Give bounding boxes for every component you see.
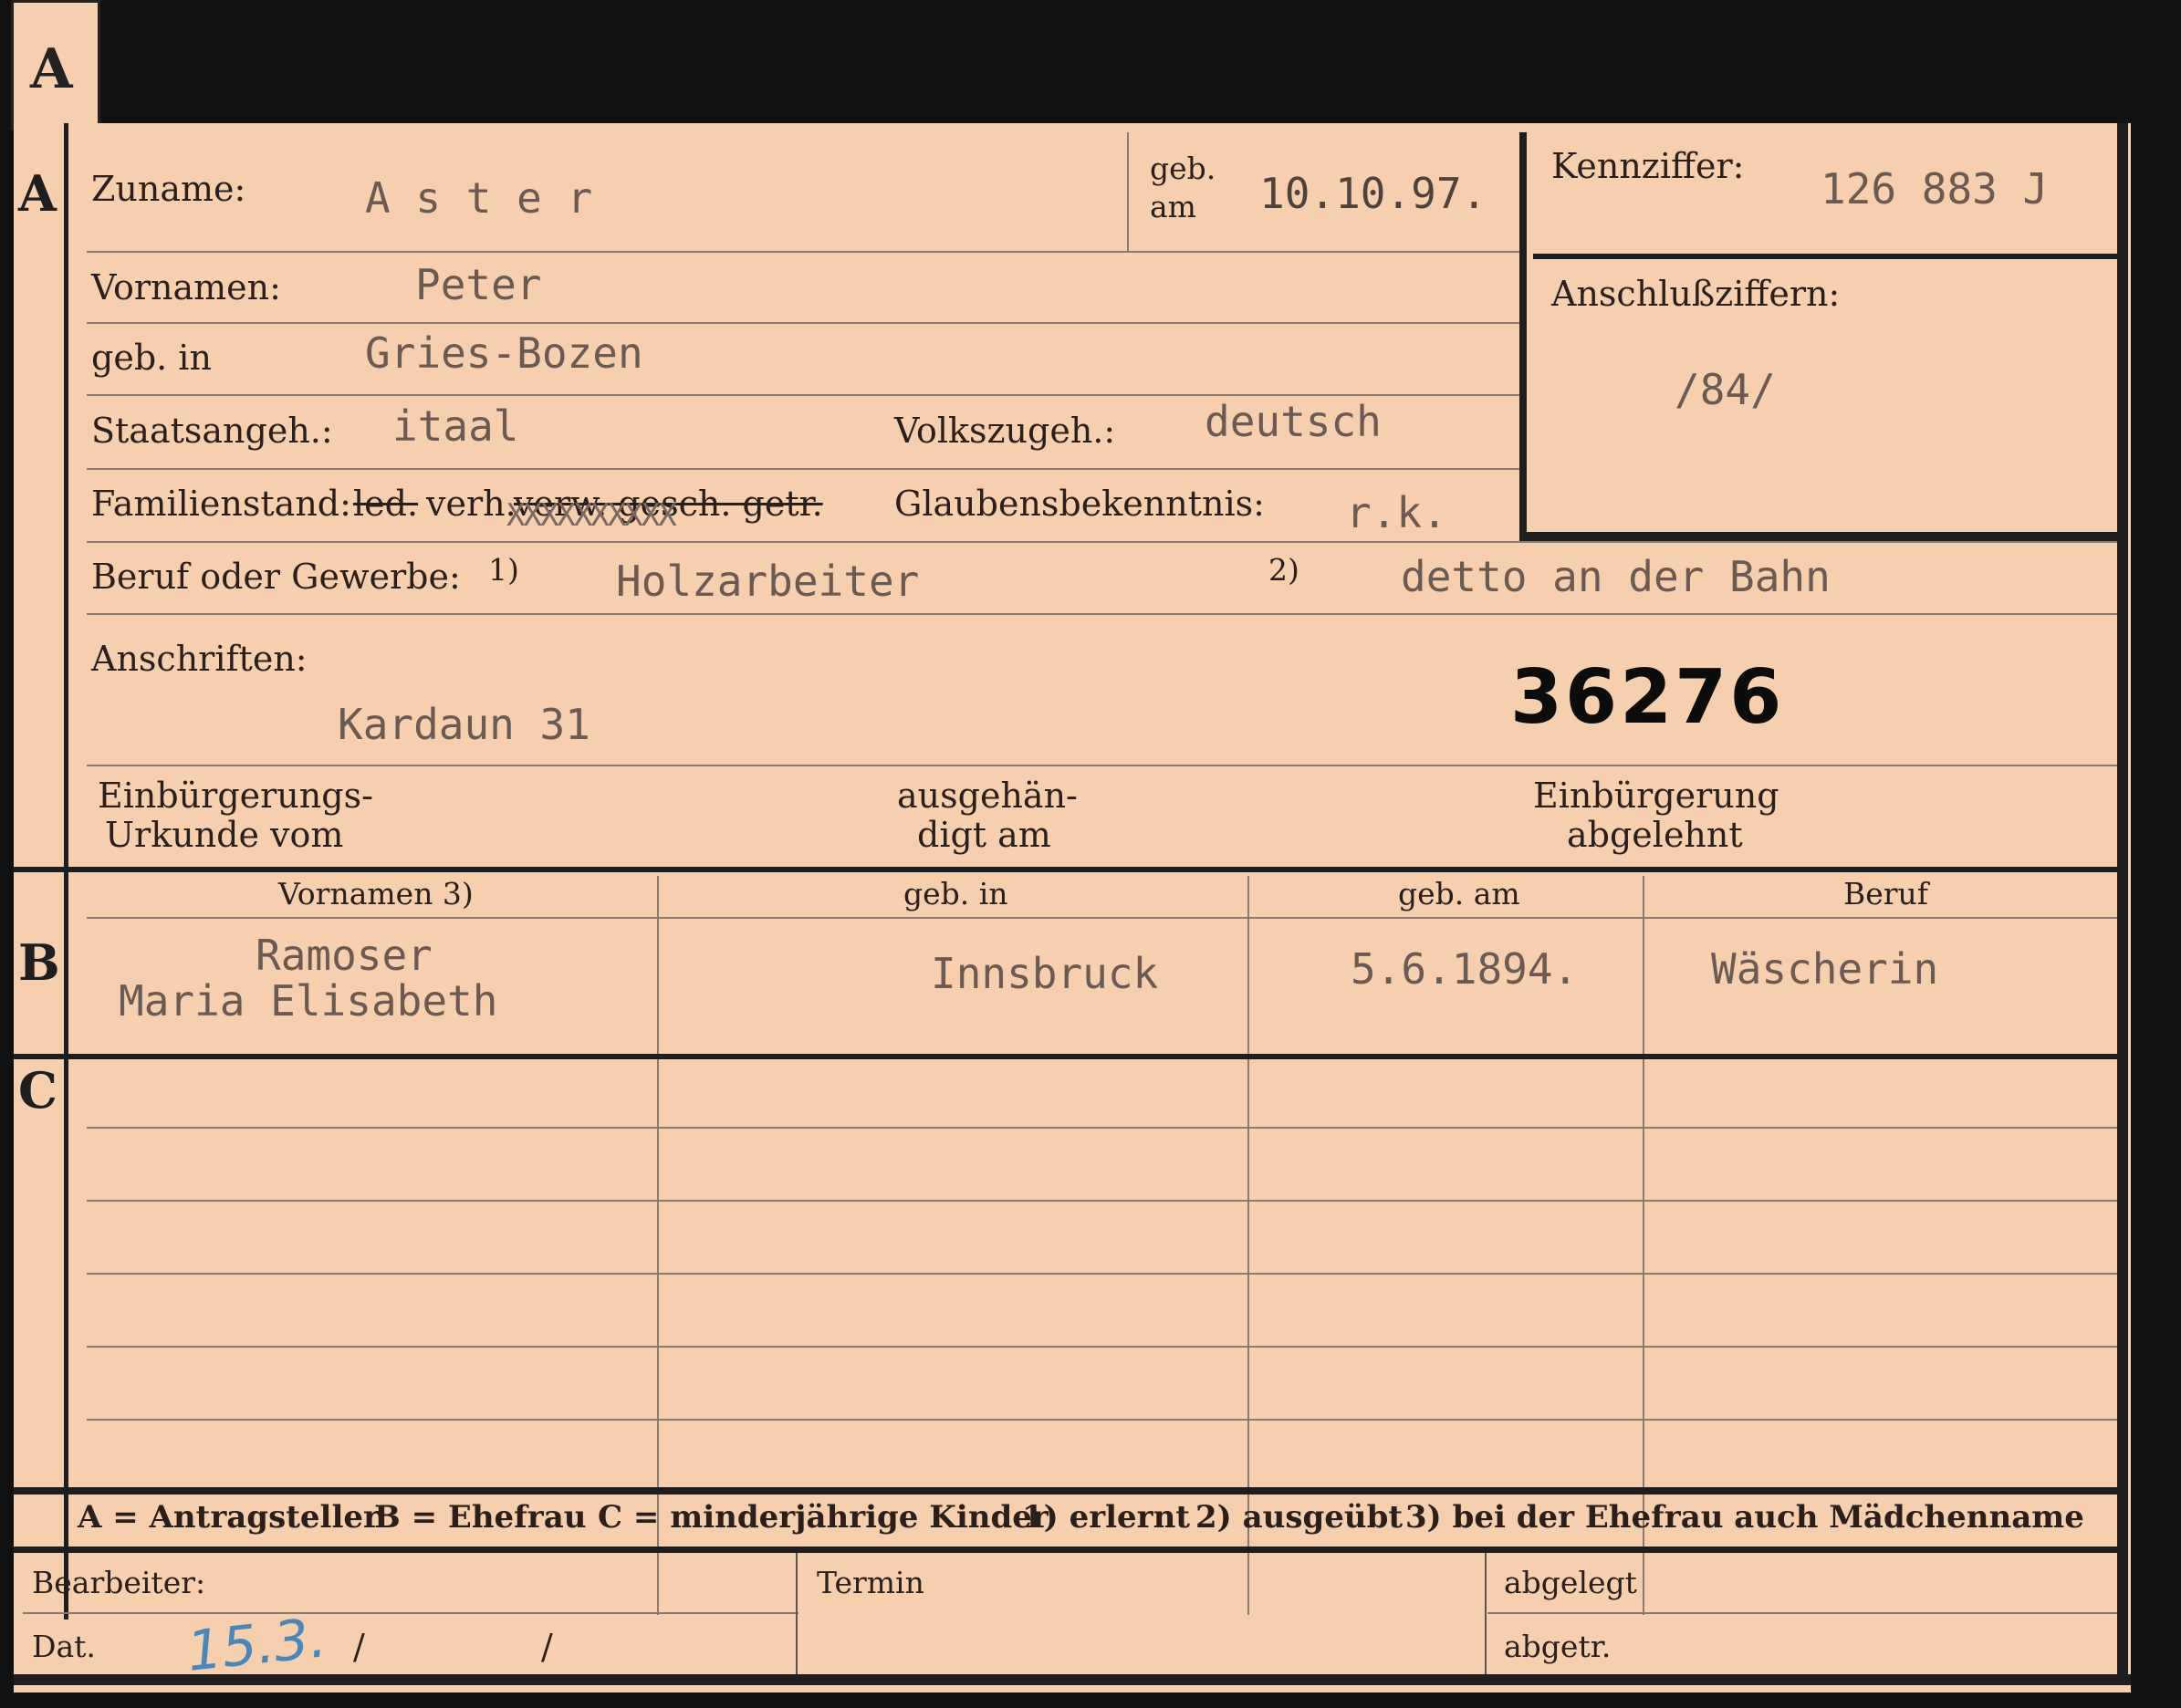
dat-pencil-value: 15.3. bbox=[183, 1606, 329, 1684]
bottom-rule bbox=[14, 1674, 2131, 1685]
abgelegt-label: abgelegt bbox=[1504, 1565, 1637, 1600]
kennziffer-label: Kennziffer: bbox=[1551, 146, 1745, 186]
familienstand-led: led. bbox=[353, 484, 419, 524]
legend-bottom-rule bbox=[14, 1547, 2117, 1553]
abgelehnt-label-2: abgelehnt bbox=[1567, 815, 1743, 855]
beruf-footnote-1: 1) bbox=[488, 552, 519, 588]
right-rule bbox=[2117, 123, 2128, 1674]
familienstand-overtype: XXXXXXXXXX bbox=[506, 497, 677, 534]
dat-label: Dat. bbox=[32, 1629, 96, 1664]
dat-slash-1: / bbox=[353, 1627, 365, 1667]
anschlussziffern-label: Anschlußziffern: bbox=[1551, 274, 1841, 314]
staatsangeh-label: Staatsangeh.: bbox=[91, 411, 333, 451]
anschrift-value: Kardaun 31 bbox=[338, 700, 590, 749]
footer-divider-1 bbox=[796, 1553, 798, 1674]
geb-in-label: geb. in bbox=[91, 338, 212, 378]
kennziffer-box-left bbox=[1519, 132, 1527, 543]
legend-c: C = minderjährige Kinder bbox=[598, 1499, 1049, 1536]
spouse-beruf: Wäscherin bbox=[1711, 944, 1939, 994]
abgelehnt-label-1: Einbürgerung bbox=[1533, 776, 1779, 816]
legend-note-2: 2) ausgeübt bbox=[1195, 1499, 1404, 1536]
staatsangeh-value: itaal bbox=[392, 401, 519, 451]
legend-note-1: 1) erlernt bbox=[1022, 1499, 1191, 1536]
beruf-footnote-2: 2) bbox=[1268, 552, 1299, 588]
spouse-forenames: Maria Elisabeth bbox=[119, 976, 498, 1026]
rule-1 bbox=[87, 251, 1519, 253]
beruf-1-value: Holzarbeiter bbox=[616, 557, 920, 606]
beruf-2-value: detto an der Bahn bbox=[1401, 552, 1831, 601]
spouse-surname: Ramoser bbox=[256, 931, 433, 980]
zuname-value: A s t e r bbox=[365, 173, 593, 223]
geb-in-value: Gries-Bozen bbox=[365, 328, 643, 378]
glaubens-value: r.k. bbox=[1346, 488, 1447, 537]
geb-am-label-2: am bbox=[1150, 189, 1196, 224]
rule-footer-2 bbox=[1487, 1612, 2117, 1614]
card-index-tab: A bbox=[11, 0, 100, 130]
glaubens-label: Glaubensbekenntnis: bbox=[894, 484, 1265, 524]
rule-c-1 bbox=[87, 1127, 2117, 1129]
section-c-letter: C bbox=[18, 1061, 57, 1120]
rule-6 bbox=[87, 613, 2117, 615]
rule-c-5 bbox=[87, 1419, 2117, 1421]
col-header-geb-am: geb. am bbox=[1398, 876, 1520, 911]
bearbeiter-label: Bearbeiter: bbox=[32, 1565, 206, 1600]
volkszugeh-value: deutsch bbox=[1205, 397, 1382, 446]
section-b-letter: B bbox=[18, 933, 60, 992]
rule-footer-1 bbox=[23, 1612, 798, 1614]
section-b-top-rule bbox=[14, 867, 2117, 872]
footer-divider-2 bbox=[1485, 1553, 1487, 1674]
rule-3 bbox=[87, 394, 1519, 396]
legend-note-3: 3) bei der Ehefrau auch Mädchenname bbox=[1405, 1499, 2084, 1536]
beruf-label: Beruf oder Gewerbe: bbox=[91, 557, 461, 597]
kennziffer-value: 126 883 J bbox=[1821, 164, 2049, 214]
legend-a: A = Antragsteller bbox=[78, 1499, 380, 1536]
rule-c-3 bbox=[87, 1273, 2117, 1275]
stamp-number: 36276 bbox=[1510, 654, 1785, 741]
ausgehaendigt-label-1: ausgehän- bbox=[897, 776, 1078, 816]
col-header-geb-in: geb. in bbox=[903, 876, 1008, 911]
rule-b-header bbox=[87, 917, 2117, 919]
volkszugeh-label: Volkszugeh.: bbox=[894, 411, 1116, 451]
legend-top-rule bbox=[14, 1487, 2117, 1494]
urkunde-label-2: Urkunde vom bbox=[105, 815, 344, 855]
zuname-label: Zuname: bbox=[91, 169, 246, 209]
abgetr-label: abgetr. bbox=[1504, 1629, 1612, 1664]
section-c-top-rule bbox=[14, 1054, 2117, 1059]
dat-slash-2: / bbox=[541, 1627, 553, 1667]
anschlussziffern-value: /84/ bbox=[1675, 365, 1776, 414]
section-a-letter: A bbox=[18, 164, 57, 223]
geb-divider bbox=[1127, 132, 1129, 251]
col-header-beruf: Beruf bbox=[1843, 876, 1929, 911]
spouse-geb-am: 5.6.1894. bbox=[1351, 944, 1579, 994]
familienstand-label: Familienstand: bbox=[91, 484, 351, 524]
rule-7 bbox=[87, 765, 2117, 766]
spouse-geb-in: Innsbruck bbox=[931, 949, 1159, 998]
ausgehaendigt-label-2: digt am bbox=[917, 815, 1051, 855]
anschriften-label: Anschriften: bbox=[91, 639, 308, 679]
familienstand-verh: verh. bbox=[426, 484, 517, 524]
rule-4 bbox=[87, 468, 1519, 470]
rule-c-4 bbox=[87, 1346, 2117, 1348]
termin-label: Termin bbox=[817, 1565, 924, 1600]
kennziffer-box-divider bbox=[1533, 254, 2117, 259]
urkunde-label-1: Einbürgerungs- bbox=[98, 776, 373, 816]
legend-b: B = Ehefrau bbox=[374, 1499, 587, 1536]
vornamen-label: Vornamen: bbox=[91, 267, 281, 307]
rule-c-2 bbox=[87, 1200, 2117, 1202]
rule-2 bbox=[87, 322, 1519, 324]
vornamen-value: Peter bbox=[415, 260, 542, 309]
geb-am-label-1: geb. bbox=[1150, 151, 1216, 186]
col-header-vornamen: Vornamen 3) bbox=[278, 876, 474, 911]
geb-am-value: 10.10.97. bbox=[1259, 169, 1487, 218]
tab-letter: A bbox=[30, 37, 73, 101]
rule-5 bbox=[87, 541, 2117, 543]
registration-card: A Zuname: A s t e r geb. am 10.10.97. Ke… bbox=[14, 123, 2131, 1692]
